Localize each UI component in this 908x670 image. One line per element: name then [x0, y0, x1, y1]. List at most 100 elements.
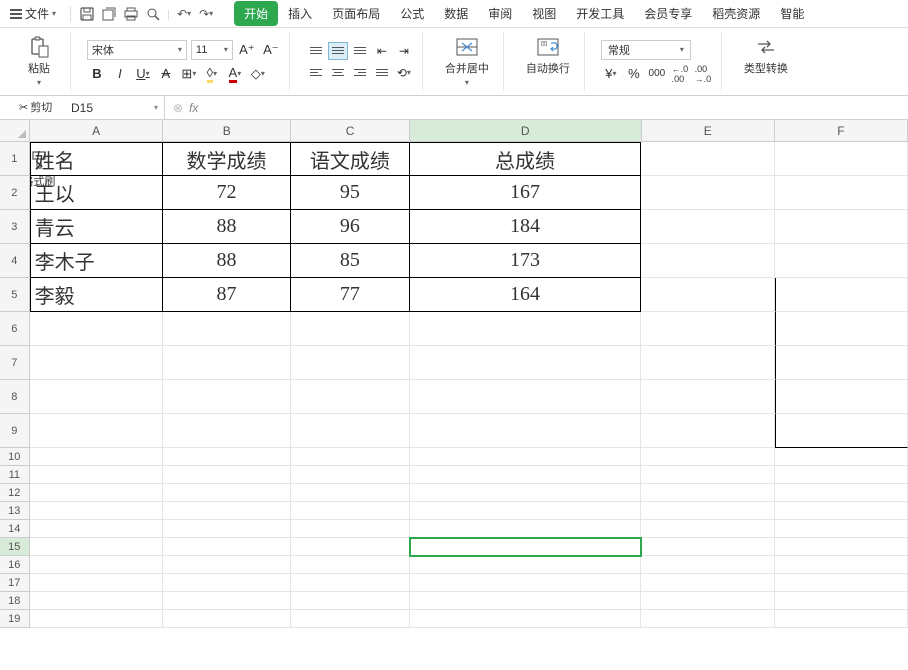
- cell-A10[interactable]: [30, 448, 163, 466]
- cell-F17[interactable]: [775, 574, 908, 592]
- cell-C8[interactable]: [291, 380, 409, 414]
- cell-F13[interactable]: [775, 502, 908, 520]
- cell-D12[interactable]: [410, 484, 642, 502]
- cell-A12[interactable]: [30, 484, 163, 502]
- cell-C2[interactable]: 95: [291, 176, 409, 210]
- cell-D13[interactable]: [410, 502, 642, 520]
- row-header-13[interactable]: 13: [0, 502, 30, 520]
- cell-A13[interactable]: [30, 502, 163, 520]
- decrease-decimal-button[interactable]: .00→.0: [693, 64, 713, 84]
- row-header-12[interactable]: 12: [0, 484, 30, 502]
- cell-D16[interactable]: [410, 556, 642, 574]
- formula-input[interactable]: [204, 101, 900, 115]
- cell-B12[interactable]: [163, 484, 291, 502]
- print-preview-icon[interactable]: [145, 6, 161, 22]
- cell-D7[interactable]: [410, 346, 642, 380]
- cell-F7[interactable]: [775, 346, 908, 380]
- row-header-14[interactable]: 14: [0, 520, 30, 538]
- cell-F19[interactable]: [775, 610, 908, 628]
- tab-view[interactable]: 视图: [522, 1, 566, 26]
- row-header-2[interactable]: 2: [0, 176, 30, 210]
- row-header-17[interactable]: 17: [0, 574, 30, 592]
- col-header-B[interactable]: B: [163, 120, 291, 142]
- fill-color-button[interactable]: ◊▾: [202, 64, 222, 84]
- col-header-F[interactable]: F: [775, 120, 908, 142]
- cell-D17[interactable]: [410, 574, 642, 592]
- cell-D14[interactable]: [410, 520, 642, 538]
- cell-A19[interactable]: [30, 610, 163, 628]
- cell-E15[interactable]: [641, 538, 774, 556]
- cell-E12[interactable]: [641, 484, 774, 502]
- cell-C12[interactable]: [291, 484, 409, 502]
- strikethrough-button[interactable]: A: [156, 64, 176, 84]
- border-button[interactable]: ⊞▾: [179, 64, 199, 84]
- name-box[interactable]: D15: [0, 96, 165, 119]
- cell-D18[interactable]: [410, 592, 642, 610]
- cell-B15[interactable]: [163, 538, 291, 556]
- row-header-19[interactable]: 19: [0, 610, 30, 628]
- cell-D4[interactable]: 173: [410, 244, 642, 278]
- row-header-15[interactable]: 15: [0, 538, 30, 556]
- cell-C19[interactable]: [291, 610, 409, 628]
- row-header-18[interactable]: 18: [0, 592, 30, 610]
- cell-E4[interactable]: [641, 244, 774, 278]
- cell-A18[interactable]: [30, 592, 163, 610]
- cell-D9[interactable]: [410, 414, 642, 448]
- orientation-button[interactable]: ⟲▾: [394, 64, 414, 82]
- cell-B3[interactable]: 88: [163, 210, 291, 244]
- align-left-button[interactable]: [306, 64, 326, 82]
- print-icon[interactable]: [123, 6, 139, 22]
- cell-E17[interactable]: [641, 574, 774, 592]
- cell-D19[interactable]: [410, 610, 642, 628]
- row-header-7[interactable]: 7: [0, 346, 30, 380]
- clear-format-button[interactable]: ◇▾: [248, 64, 268, 84]
- cell-A16[interactable]: [30, 556, 163, 574]
- cell-E18[interactable]: [641, 592, 774, 610]
- cell-E10[interactable]: [641, 448, 774, 466]
- cell-E14[interactable]: [641, 520, 774, 538]
- increase-font-button[interactable]: A⁺: [237, 40, 257, 60]
- row-header-6[interactable]: 6: [0, 312, 30, 346]
- row-header-11[interactable]: 11: [0, 466, 30, 484]
- cell-B8[interactable]: [163, 380, 291, 414]
- fx-icon[interactable]: fx: [189, 101, 198, 115]
- cell-A2[interactable]: 王以: [30, 176, 163, 210]
- cell-C11[interactable]: [291, 466, 409, 484]
- col-header-D[interactable]: D: [410, 120, 642, 142]
- cell-E19[interactable]: [641, 610, 774, 628]
- cell-A17[interactable]: [30, 574, 163, 592]
- tab-home[interactable]: 开始: [234, 1, 278, 26]
- cell-A11[interactable]: [30, 466, 163, 484]
- align-right-button[interactable]: [350, 64, 370, 82]
- cell-D6[interactable]: [410, 312, 642, 346]
- cell-B4[interactable]: 88: [163, 244, 291, 278]
- cancel-formula-icon[interactable]: ⊗: [173, 101, 183, 115]
- row-header-1[interactable]: 1: [0, 142, 30, 176]
- currency-button[interactable]: ¥▾: [601, 64, 621, 84]
- bold-button[interactable]: B: [87, 64, 107, 84]
- cell-E2[interactable]: [641, 176, 774, 210]
- increase-indent-button[interactable]: ⇥: [394, 42, 414, 60]
- cell-B10[interactable]: [163, 448, 291, 466]
- type-convert-button[interactable]: 类型转换: [738, 32, 794, 80]
- cell-B2[interactable]: 72: [163, 176, 291, 210]
- cell-D8[interactable]: [410, 380, 642, 414]
- cell-B9[interactable]: [163, 414, 291, 448]
- cell-C10[interactable]: [291, 448, 409, 466]
- cell-C4[interactable]: 85: [291, 244, 409, 278]
- cell-F11[interactable]: [775, 466, 908, 484]
- cell-E11[interactable]: [641, 466, 774, 484]
- cell-E1[interactable]: [641, 142, 774, 176]
- tab-smart[interactable]: 智能: [770, 1, 814, 26]
- cell-B19[interactable]: [163, 610, 291, 628]
- cell-F15[interactable]: [775, 538, 908, 556]
- cell-D1[interactable]: 总成绩: [410, 142, 642, 176]
- underline-button[interactable]: U▾: [133, 64, 153, 84]
- row-header-4[interactable]: 4: [0, 244, 30, 278]
- cell-F3[interactable]: [775, 210, 908, 244]
- italic-button[interactable]: I: [110, 64, 130, 84]
- tab-review[interactable]: 审阅: [478, 1, 522, 26]
- undo-icon[interactable]: ↶▾: [176, 6, 192, 22]
- col-header-E[interactable]: E: [642, 120, 775, 142]
- cell-D2[interactable]: 167: [410, 176, 642, 210]
